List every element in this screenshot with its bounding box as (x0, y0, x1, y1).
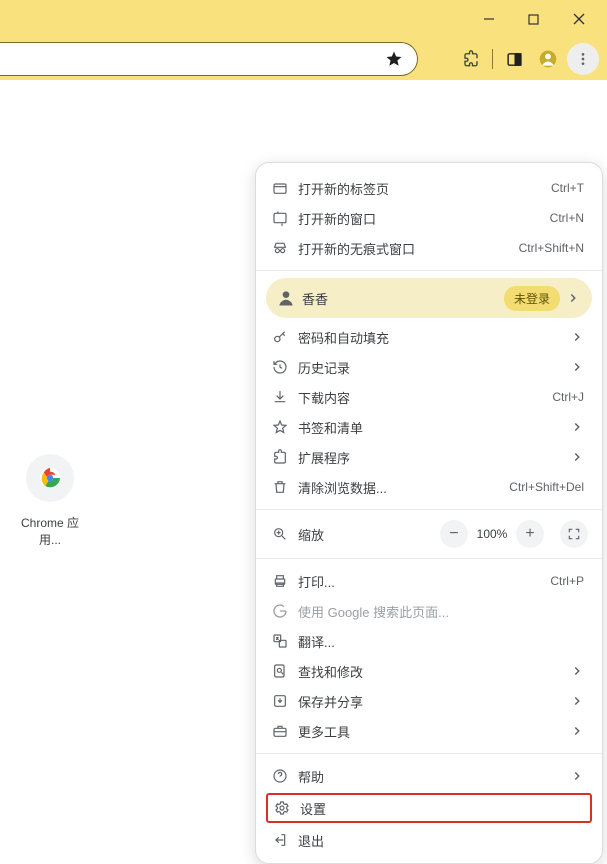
google-icon (272, 603, 298, 619)
minimize-button[interactable] (466, 4, 511, 34)
menu-downloads[interactable]: 下载内容 Ctrl+J (256, 382, 602, 412)
profile-avatar-icon[interactable] (533, 44, 563, 74)
menu-exit[interactable]: 退出 (256, 825, 602, 855)
history-icon (272, 359, 298, 375)
toolbar-separator (492, 49, 493, 69)
print-icon (272, 573, 298, 589)
window-icon (272, 210, 298, 226)
chevron-right-icon (570, 330, 584, 344)
menu-extensions[interactable]: 扩展程序 (256, 442, 602, 472)
more-menu-button[interactable] (567, 43, 599, 75)
trash-icon (272, 479, 298, 495)
zoom-icon (272, 526, 298, 542)
sidepanel-icon[interactable] (499, 44, 529, 74)
window-titlebar (0, 0, 607, 38)
address-bar-row (0, 38, 607, 80)
menu-google-search[interactable]: 使用 Google 搜索此页面... (256, 596, 602, 626)
chevron-right-icon (566, 291, 580, 305)
menu-history[interactable]: 历史记录 (256, 352, 602, 382)
menu-zoom: 缩放 − 100% + (256, 517, 602, 551)
star-icon (272, 419, 298, 435)
chevron-right-icon (570, 450, 584, 464)
incognito-icon (272, 240, 298, 256)
toolbox-icon (272, 723, 298, 739)
close-button[interactable] (556, 4, 601, 34)
person-icon (276, 288, 302, 308)
tab-icon (272, 180, 298, 196)
translate-icon (272, 633, 298, 649)
chrome-logo-icon (26, 454, 74, 502)
menu-more-tools[interactable]: 更多工具 (256, 716, 602, 746)
chevron-right-icon (570, 694, 584, 708)
zoom-in-button[interactable]: + (516, 520, 544, 548)
menu-save-share[interactable]: 保存并分享 (256, 686, 602, 716)
puzzle-icon (272, 449, 298, 465)
menu-separator (256, 558, 602, 559)
menu-separator (256, 753, 602, 754)
menu-separator (256, 270, 602, 271)
chrome-apps-shortcut[interactable]: Chrome 应用... (10, 454, 90, 548)
chevron-right-icon (570, 360, 584, 374)
menu-separator (256, 509, 602, 510)
menu-new-tab[interactable]: 打开新的标签页 Ctrl+T (256, 173, 602, 203)
zoom-level: 100% (472, 527, 512, 541)
extensions-icon[interactable] (456, 44, 486, 74)
gear-icon (274, 800, 300, 816)
key-icon (272, 329, 298, 345)
menu-print[interactable]: 打印... Ctrl+P (256, 566, 602, 596)
login-status-badge: 未登录 (504, 286, 560, 311)
chevron-right-icon (570, 664, 584, 678)
page-content: Chrome 应用... 打开新的标签页 Ctrl+T 打开新的窗口 Ctrl+… (0, 80, 607, 766)
find-icon (272, 663, 298, 679)
menu-passwords[interactable]: 密码和自动填充 (256, 322, 602, 352)
menu-bookmarks[interactable]: 书签和清单 (256, 412, 602, 442)
menu-settings[interactable]: 设置 (266, 793, 592, 823)
fullscreen-button[interactable] (560, 520, 588, 548)
zoom-out-button[interactable]: − (440, 520, 468, 548)
menu-incognito[interactable]: 打开新的无痕式窗口 Ctrl+Shift+N (256, 233, 602, 263)
exit-icon (272, 832, 298, 848)
maximize-button[interactable] (511, 4, 556, 34)
menu-clear-data[interactable]: 清除浏览数据... Ctrl+Shift+Del (256, 472, 602, 502)
chevron-right-icon (570, 420, 584, 434)
shortcut-label: Chrome 应用... (10, 514, 90, 548)
bookmark-star-icon[interactable] (385, 50, 403, 68)
download-icon (272, 389, 298, 405)
menu-find-edit[interactable]: 查找和修改 (256, 656, 602, 686)
menu-profile[interactable]: 香香 未登录 (266, 278, 592, 318)
help-icon (272, 768, 298, 784)
menu-new-window[interactable]: 打开新的窗口 Ctrl+N (256, 203, 602, 233)
menu-translate[interactable]: 翻译... (256, 626, 602, 656)
chrome-menu: 打开新的标签页 Ctrl+T 打开新的窗口 Ctrl+N 打开新的无痕式窗口 C… (255, 162, 603, 864)
url-input[interactable] (0, 42, 418, 76)
chevron-right-icon (570, 769, 584, 783)
save-icon (272, 693, 298, 709)
chevron-right-icon (570, 724, 584, 738)
